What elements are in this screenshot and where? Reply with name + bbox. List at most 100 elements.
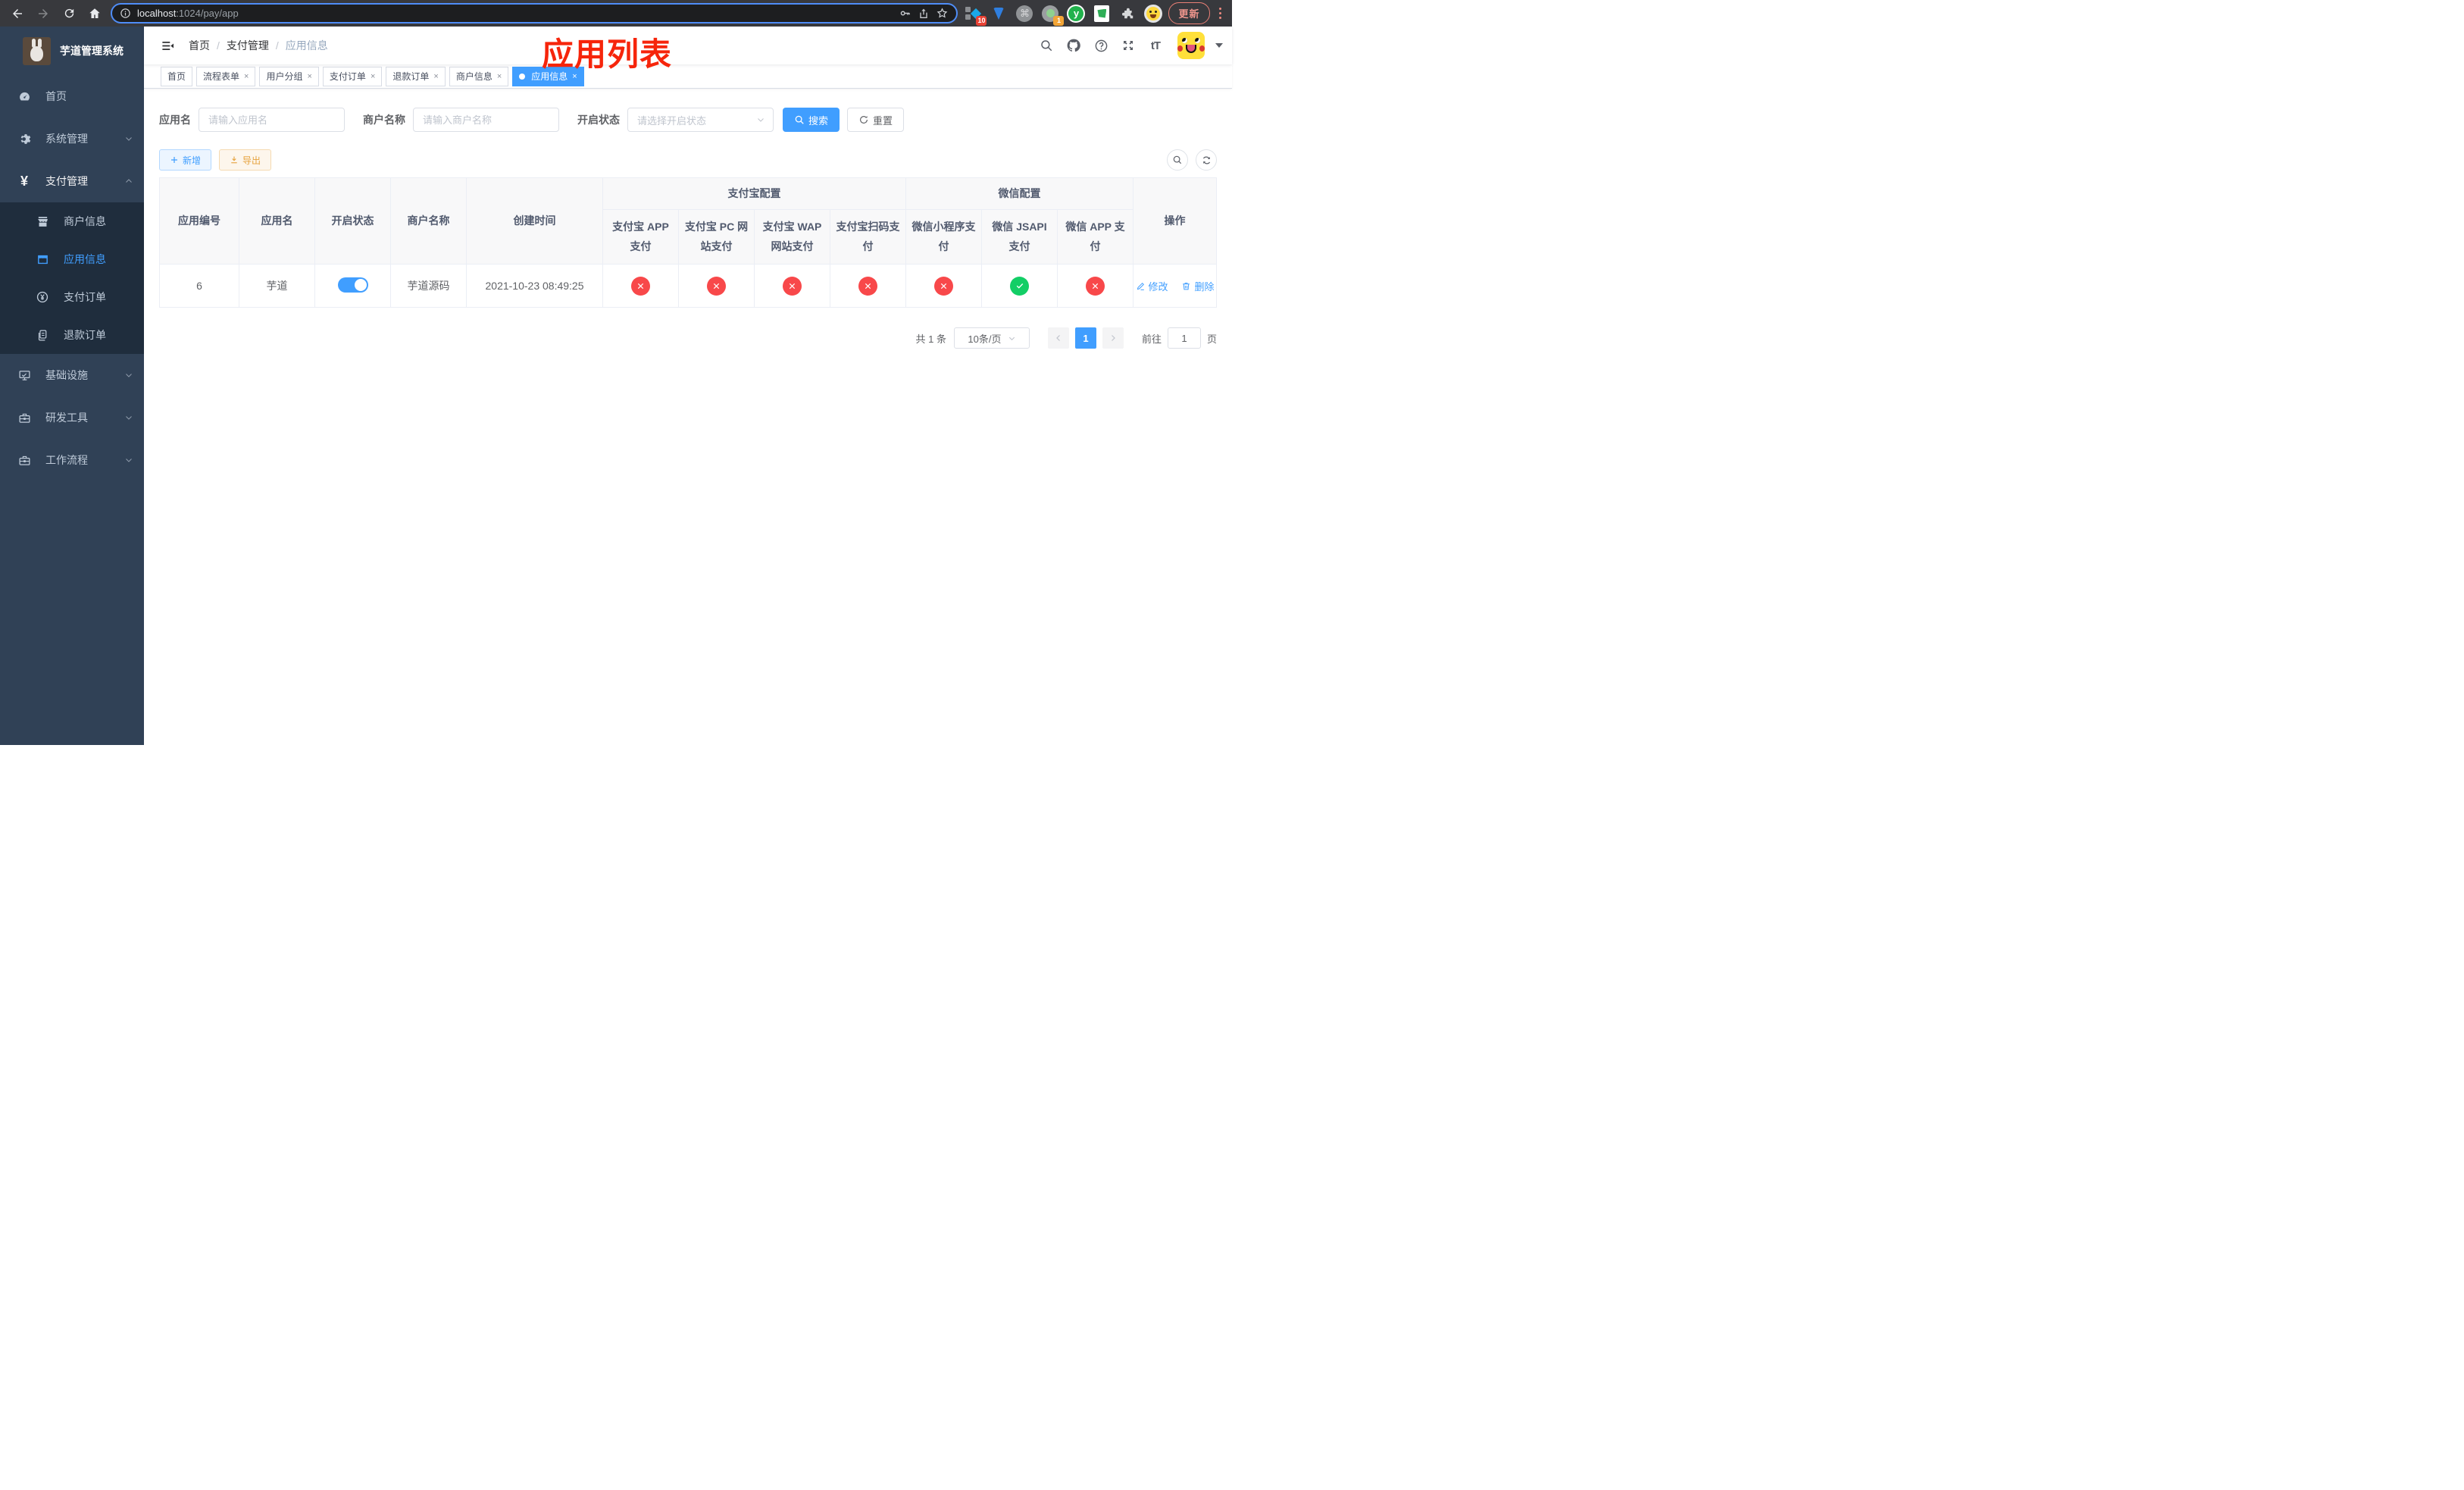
workflow-icon <box>15 454 33 467</box>
status-select[interactable]: 请选择开启状态 <box>627 108 774 132</box>
delete-button[interactable]: 删除 <box>1181 279 1214 293</box>
browser-home-button[interactable] <box>85 4 105 23</box>
tab-user-group[interactable]: 用户分组 × <box>259 66 319 86</box>
forward-icon <box>39 8 48 18</box>
close-icon[interactable]: × <box>433 72 438 81</box>
breadcrumb-home[interactable]: 首页 <box>189 38 210 53</box>
browser-back-button[interactable] <box>8 4 27 23</box>
sidebar-item-app-info[interactable]: 应用信息 <box>0 240 144 278</box>
address-bar[interactable]: localhost:1024/pay/app <box>111 3 958 23</box>
edit-icon <box>1137 282 1144 290</box>
download-icon <box>231 156 237 164</box>
add-button[interactable]: 新增 <box>159 149 212 171</box>
status-toggle[interactable] <box>337 277 368 293</box>
tab-home[interactable]: 首页 <box>161 66 193 86</box>
breadcrumb-payment[interactable]: 支付管理 <box>227 38 269 53</box>
extension-lens-icon[interactable]: 1 <box>1041 5 1065 26</box>
browser-forward-button[interactable] <box>33 4 53 23</box>
page-content: 应用列表 应用名 商户名称 开启状态 请选择开启状态 搜索 <box>144 36 1232 745</box>
page-unit-label: 页 <box>1206 333 1217 345</box>
next-page-button[interactable] <box>1102 327 1124 349</box>
close-icon[interactable]: × <box>244 72 249 81</box>
sidebar-item-system[interactable]: 系统管理 <box>0 117 144 160</box>
fullscreen-icon[interactable] <box>1120 37 1137 54</box>
sidebar-fold-icon[interactable] <box>161 39 175 53</box>
app-name-input[interactable] <box>199 108 345 132</box>
extension-blocker-icon[interactable]: 10 <box>964 5 987 26</box>
refresh-table-button[interactable] <box>1196 149 1217 171</box>
extension-command-icon[interactable]: ⌘ <box>1015 5 1033 23</box>
goto-page-input[interactable] <box>1167 327 1201 349</box>
sidebar-item-dev-tools[interactable]: 研发工具 <box>0 396 144 439</box>
cell-app-name: 芋道 <box>239 264 315 308</box>
tab-merchant-info[interactable]: 商户信息 × <box>449 66 509 86</box>
page-size-select[interactable]: 10条/页 <box>953 327 1030 349</box>
toggle-search-button[interactable] <box>1167 149 1188 171</box>
col-merchant: 商户名称 <box>390 177 467 265</box>
extension-kite-icon[interactable] <box>990 5 1008 23</box>
cell-wx-app <box>1057 264 1134 308</box>
search-button[interactable]: 搜索 <box>783 108 840 132</box>
col-app-id: 应用编号 <box>159 177 239 265</box>
app-title: 芋道管理系统 <box>60 45 124 57</box>
col-alipay-pc: 支付宝 PC 网站支付 <box>678 209 755 265</box>
tab-refund-orders[interactable]: 退款订单 × <box>386 66 446 86</box>
extension-y-icon[interactable]: y <box>1067 4 1086 23</box>
reload-icon <box>64 8 73 18</box>
refresh-icon <box>860 116 868 124</box>
app-name-label: 应用名 <box>159 114 191 126</box>
payment-submenu: 商户信息 应用信息 支付订单 退款订单 <box>0 202 144 354</box>
merchant-name-input[interactable] <box>413 108 559 132</box>
extension-strip: 10 ⌘ 1 y <box>964 4 1163 26</box>
search-icon[interactable] <box>1038 37 1055 54</box>
sidebar-item-merchant-info[interactable]: 商户信息 <box>0 202 144 240</box>
close-icon[interactable]: × <box>307 72 311 81</box>
share-icon[interactable] <box>918 8 930 20</box>
prev-page-button[interactable] <box>1047 327 1069 349</box>
bookmark-star-icon[interactable] <box>936 7 949 20</box>
sidebar: 芋道管理系统 首页 系统管理 ¥ 支付管理 商户信息 应用信息 支付订单 退款订… <box>0 27 144 745</box>
refresh-icon <box>1202 156 1210 164</box>
sidebar-item-home[interactable]: 首页 <box>0 75 144 117</box>
browser-menu-icon[interactable] <box>1216 7 1225 20</box>
documents-icon <box>33 329 52 342</box>
chevron-down-icon <box>124 371 133 380</box>
cell-merchant: 芋道源码 <box>390 264 467 308</box>
extensions-menu-icon[interactable] <box>1118 5 1137 23</box>
sidebar-item-pay-orders[interactable]: 支付订单 <box>0 278 144 316</box>
export-button[interactable]: 导出 <box>219 149 272 171</box>
sidebar-item-infra[interactable]: 基础设施 <box>0 354 144 396</box>
top-navbar: 首页 / 支付管理 / 应用信息 tT <box>144 27 1232 64</box>
apps-table: 应用编号 应用名 开启状态 商户名称 创建时间 支付宝配置 微信配置 操作 支付… <box>159 177 1217 308</box>
profile-avatar-icon[interactable] <box>1144 4 1163 23</box>
filter-form: 应用名 商户名称 开启状态 请选择开启状态 搜索 重置 <box>159 108 1217 132</box>
browser-update-button[interactable]: 更新 <box>1168 2 1210 24</box>
help-icon[interactable] <box>1093 37 1109 54</box>
yen-icon: ¥ <box>20 174 28 189</box>
sidebar-item-workflow[interactable]: 工作流程 <box>0 439 144 481</box>
sidebar-item-refund-orders[interactable]: 退款订单 <box>0 316 144 354</box>
home-icon <box>89 8 100 18</box>
chevron-down-icon <box>124 455 133 465</box>
browser-reload-button[interactable] <box>59 4 79 23</box>
shop-icon <box>33 215 52 228</box>
extension-chat-icon[interactable] <box>1093 5 1111 23</box>
site-info-icon[interactable] <box>120 8 131 19</box>
reset-button[interactable]: 重置 <box>847 108 905 132</box>
cell-ops: 修改 删除 <box>1133 264 1217 308</box>
cell-app-id: 6 <box>159 264 239 308</box>
close-icon[interactable]: × <box>497 72 502 81</box>
page-number-button[interactable]: 1 <box>1074 327 1096 349</box>
github-icon[interactable] <box>1065 37 1082 54</box>
cell-wx-jsapi <box>981 264 1058 308</box>
avatar-caret-icon[interactable] <box>1215 43 1223 48</box>
user-avatar[interactable] <box>1177 32 1205 59</box>
font-size-icon[interactable]: tT <box>1147 37 1164 54</box>
tab-pay-orders[interactable]: 支付订单 × <box>322 66 383 86</box>
close-icon[interactable]: × <box>371 72 375 81</box>
edit-button[interactable]: 修改 <box>1136 279 1168 293</box>
password-key-icon[interactable] <box>899 7 911 20</box>
sidebar-logo[interactable]: 芋道管理系统 <box>0 27 144 75</box>
sidebar-item-payment[interactable]: ¥ 支付管理 <box>0 160 144 202</box>
tab-process-form[interactable]: 流程表单 × <box>196 66 256 86</box>
